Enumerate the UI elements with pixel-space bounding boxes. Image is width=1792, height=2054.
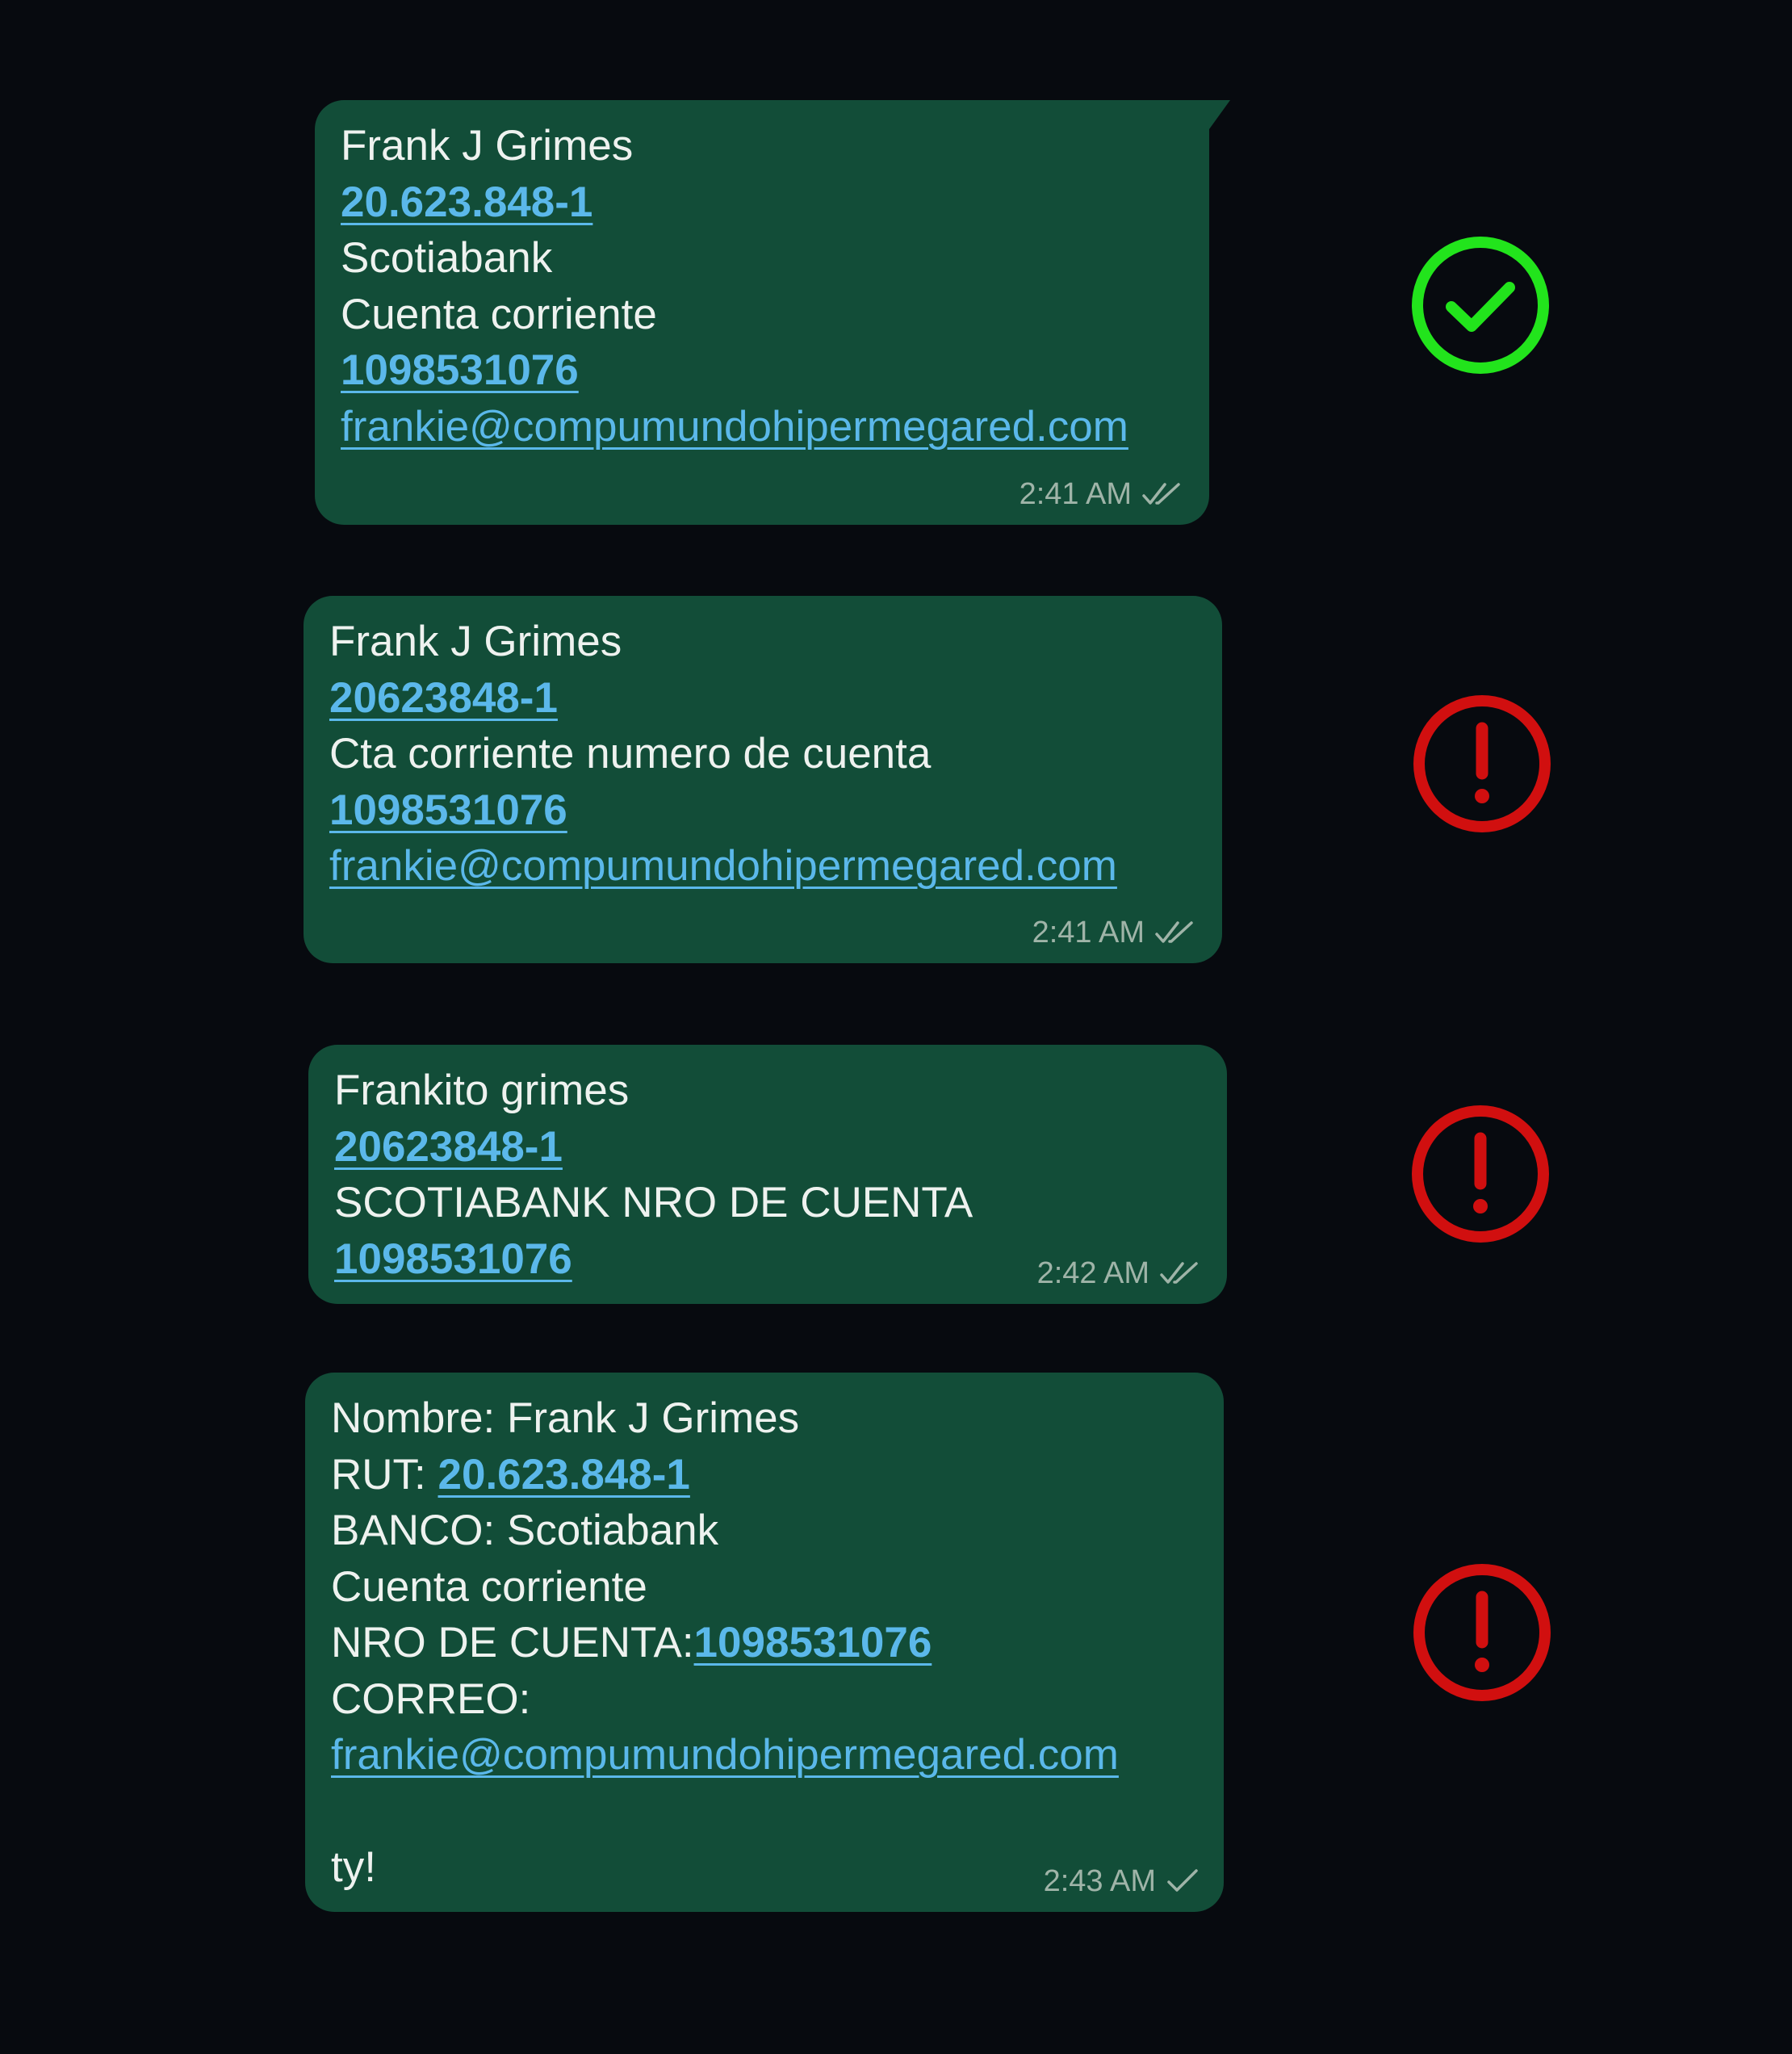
account-number-link[interactable]: 1098531076 <box>694 1619 932 1666</box>
exclamation-circle-icon <box>1411 693 1553 835</box>
double-check-icon <box>1141 480 1187 508</box>
message-bubble[interactable]: Nombre: Frank J Grimes RUT: 20.623.848-1… <box>305 1373 1224 1912</box>
message-bubble[interactable]: Frank J Grimes 20.623.848-1 Scotiabank C… <box>315 100 1230 525</box>
account-number-link[interactable]: 1098531076 <box>334 1235 572 1283</box>
exclamation-circle-icon <box>1411 1561 1553 1704</box>
message-line: Scotiabank <box>341 234 553 282</box>
rut-link[interactable]: 20623848-1 <box>329 674 558 722</box>
message-meta: 2:41 AM <box>1020 475 1187 514</box>
exclamation-circle-icon <box>1409 1103 1551 1245</box>
message-line: Nombre: Frank J Grimes <box>331 1394 800 1442</box>
message-time: 2:43 AM <box>1043 1864 1156 1898</box>
message-time: 2:41 AM <box>1019 477 1132 511</box>
email-link[interactable]: frankie@compumundohipermegared.com <box>329 842 1117 890</box>
message-meta: 2:43 AM <box>1044 1862 1201 1901</box>
account-number-link[interactable]: 1098531076 <box>341 346 579 394</box>
rut-link[interactable]: 20.623.848-1 <box>341 178 592 226</box>
message-line: Cuenta corriente <box>341 290 657 338</box>
message-bubble[interactable]: Frank J Grimes 20623848-1 Cta corriente … <box>304 596 1222 963</box>
message-line: Frank J Grimes <box>329 618 622 665</box>
account-number-link[interactable]: 1098531076 <box>329 786 567 834</box>
double-check-icon <box>1154 919 1200 946</box>
message-meta: 2:41 AM <box>1032 913 1200 952</box>
message-line: BANCO: Scotiabank <box>331 1507 719 1554</box>
message-line: CORREO: <box>331 1675 531 1723</box>
message-line-prefix: RUT: <box>331 1450 438 1499</box>
rut-link[interactable]: 20623848-1 <box>334 1123 563 1171</box>
message-line: Frankito grimes <box>334 1067 630 1114</box>
rut-link[interactable]: 20.623.848-1 <box>438 1451 690 1499</box>
message-line: Cuenta corriente <box>331 1562 647 1611</box>
email-link[interactable]: frankie@compumundohipermegared.com <box>341 403 1128 451</box>
message-time: 2:41 AM <box>1032 916 1145 949</box>
message-line: Cta corriente numero de cuenta <box>329 730 932 778</box>
single-check-icon <box>1166 1867 1201 1895</box>
message-bubble[interactable]: Frankito grimes 20623848-1 SCOTIABANK NR… <box>308 1045 1227 1304</box>
message-time: 2:42 AM <box>1036 1256 1149 1290</box>
email-link[interactable]: frankie@compumundohipermegared.com <box>331 1731 1119 1779</box>
bubble-tail <box>1209 100 1230 129</box>
message-meta: 2:42 AM <box>1037 1254 1204 1293</box>
message-line: Frank J Grimes <box>341 122 634 170</box>
double-check-icon <box>1159 1260 1204 1287</box>
message-line-prefix: NRO DE CUENTA: <box>331 1619 694 1666</box>
check-circle-icon <box>1409 234 1551 376</box>
message-line: SCOTIABANK NRO DE CUENTA <box>334 1179 973 1226</box>
